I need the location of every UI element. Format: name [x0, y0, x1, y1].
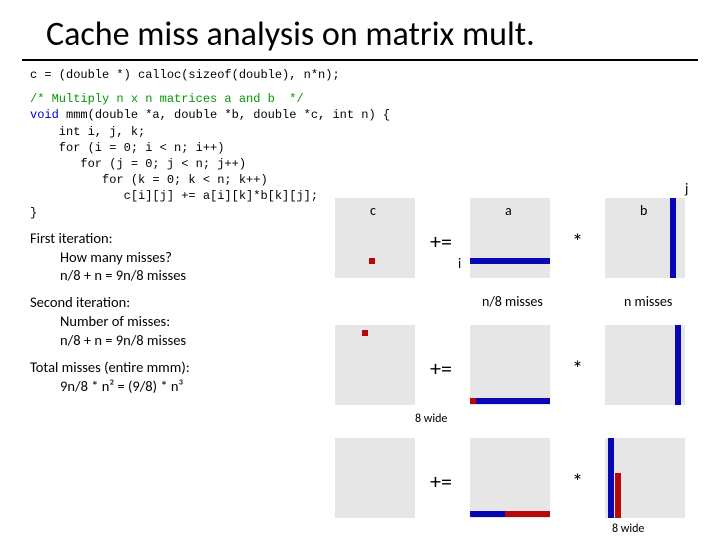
label-j: j: [685, 180, 688, 197]
b-col-3-blue: [608, 438, 614, 518]
matrix-a-2: [470, 325, 550, 405]
b-col-1: [670, 198, 676, 278]
op-pluseq-2: +=: [430, 355, 452, 382]
c-element-2: [362, 330, 368, 336]
op-pluseq-1: +=: [430, 228, 452, 255]
a-row-3-red: [505, 511, 550, 517]
slide-title: Cache miss analysis on matrix mult.: [22, 0, 698, 61]
a-row-2: [470, 398, 550, 404]
code-sig-rest: mmm(double *a, double *b, double *c, int…: [59, 108, 390, 122]
code-alloc: c = (double *) calloc(sizeof(double), n*…: [0, 67, 720, 83]
b-col-2: [675, 325, 681, 405]
label-i: i: [458, 255, 461, 272]
matrix-a-3: [470, 438, 550, 518]
annot-8wide-a: 8 wide: [415, 412, 447, 426]
annot-n8-1: n/8 misses: [482, 293, 543, 310]
annot-8wide-b: 8 wide: [612, 522, 644, 536]
op-star-1: *: [572, 228, 583, 255]
code-body: int i, j, k; for (i = 0; i < n; i++) for…: [30, 125, 318, 220]
code-comment: /* Multiply n x n matrices a and b */: [30, 92, 304, 106]
matrix-b-2: [605, 325, 685, 405]
a-element-2: [470, 398, 476, 404]
matrix-c-3: [335, 438, 415, 518]
label-c: c: [370, 202, 376, 219]
op-star-3: *: [572, 468, 583, 495]
matrix-c-2: [335, 325, 415, 405]
b-col-3-red: [615, 473, 621, 518]
label-a: a: [505, 202, 512, 219]
op-pluseq-3: +=: [430, 468, 452, 495]
a-row-1: [470, 258, 550, 264]
keyword-void: void: [30, 108, 59, 122]
op-star-2: *: [572, 355, 583, 382]
label-b: b: [640, 202, 647, 219]
annot-n-1: n misses: [624, 293, 672, 310]
c-element-1: [369, 258, 375, 264]
diagram-area: j c += a i * b n/8 misses n misses += * …: [310, 170, 710, 530]
